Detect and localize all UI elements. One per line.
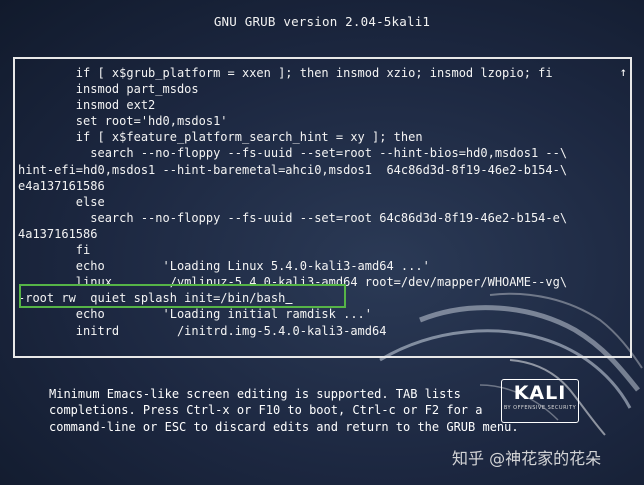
kali-logo: KALI BY OFFENSIVE SECURITY bbox=[501, 379, 579, 423]
help-text: Minimum Emacs-like screen editing is sup… bbox=[49, 386, 519, 435]
code-line[interactable]: 4a137161586 bbox=[18, 227, 97, 241]
logo-tagline: BY OFFENSIVE SECURITY bbox=[503, 405, 577, 411]
logo-name: KALI bbox=[513, 382, 567, 404]
grub-title: GNU GRUB version 2.04-5kali1 bbox=[213, 14, 431, 29]
code-line[interactable]: search --no-floppy --fs-uuid --set=root … bbox=[18, 211, 567, 225]
code-line[interactable]: insmod ext2 bbox=[18, 98, 155, 112]
code-line[interactable]: if [ x$feature_platform_search_hint = xy… bbox=[18, 130, 423, 144]
code-line[interactable]: hint-efi=hd0,msdos1 --hint-baremetal=ahc… bbox=[18, 163, 567, 177]
code-line[interactable]: echo 'Loading Linux 5.4.0-kali3-amd64 ..… bbox=[18, 259, 430, 273]
grub-editor[interactable]: ↑ if [ x$grub_platform = xxen ]; then in… bbox=[13, 57, 632, 358]
code-line[interactable]: search --no-floppy --fs-uuid --set=root … bbox=[18, 146, 567, 160]
code-line[interactable]: e4a137161586 bbox=[18, 179, 105, 193]
code-line[interactable]: fi bbox=[18, 243, 90, 257]
code-line[interactable]: echo 'Loading initial ramdisk ...' bbox=[18, 307, 372, 321]
code-line[interactable]: else bbox=[18, 195, 105, 209]
help-line: command-line or ESC to discard edits and… bbox=[49, 419, 519, 434]
help-line: completions. Press Ctrl-x or F10 to boot… bbox=[49, 403, 483, 418]
code-line[interactable]: set root='hd0,msdos1' bbox=[18, 114, 228, 128]
code-line[interactable]: insmod part_msdos bbox=[18, 82, 199, 96]
scroll-up-icon: ↑ bbox=[619, 65, 627, 79]
highlight-box bbox=[19, 284, 346, 308]
code-line[interactable]: initrd /initrd.img-5.4.0-kali3-amd64 bbox=[18, 324, 387, 338]
help-line: Minimum Emacs-like screen editing is sup… bbox=[49, 387, 461, 401]
watermark: 知乎 @神花家的花朵 bbox=[452, 449, 602, 468]
code-line[interactable]: if [ x$grub_platform = xxen ]; then insm… bbox=[18, 66, 553, 80]
